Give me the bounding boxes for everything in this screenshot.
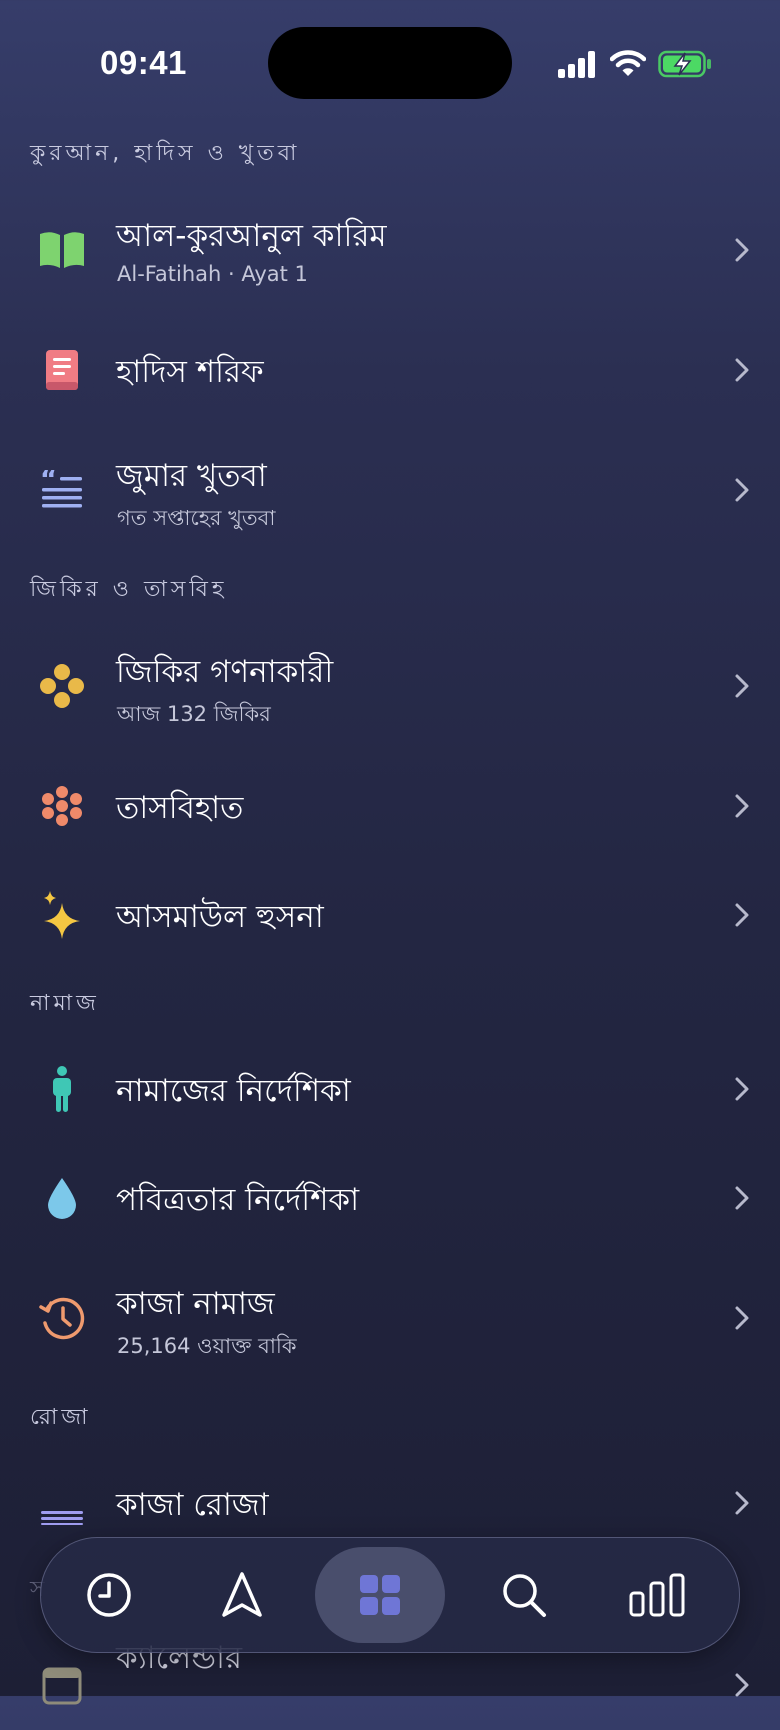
chevron-right-icon [735,903,749,927]
list-item-hadith[interactable]: হাদিস শরিফ [0,320,780,420]
chevron-right-icon [735,1491,749,1515]
list-item-tasbihat[interactable]: তাসবিহাত [0,756,780,856]
beads-icon [36,660,88,712]
chevron-right-icon [735,1673,749,1697]
list-item-khutba[interactable]: “ জুমার খুতবা গত সপ্তাহের খুতবা [0,440,780,540]
grid-icon [360,1575,400,1615]
status-time: 09:41 [100,44,187,81]
list-item-asmaul-husna[interactable]: আসমাউল হুসনা [0,865,780,965]
water-drop-icon [36,1172,88,1224]
bottom-tab-bar [40,1537,740,1653]
moon-haze-icon [36,1477,88,1529]
item-subtitle: গত সপ্তাহের খুতবা [117,506,276,530]
tab-features[interactable] [315,1547,445,1643]
item-title: জিকির গণনাকারী [116,654,334,690]
list-item-zikr-counter[interactable]: জিকির গণনাকারী আজ 132 জিকির [0,636,780,736]
status-bar: 09:41 [0,0,780,120]
chevron-right-icon [735,238,749,262]
section-header-zikr: জিকির ও তাসবিহ [30,577,228,602]
item-title: নামাজের নির্দেশিকা [116,1073,351,1109]
item-title: হাদিস শরিফ [116,354,264,390]
item-title: তাসবিহাত [116,790,244,826]
list-item-qaza-namaz[interactable]: কাজা নামাজ 25,164 ওয়াক্ত বাকি [0,1268,780,1368]
clock-icon [87,1573,131,1617]
item-title: পবিত্রতার নির্দেশিকা [116,1182,360,1218]
section-header-quran: কুরআন, হাদিস ও খুতবা [30,141,301,166]
item-title: কাজা রোজা [116,1487,269,1523]
signal-icon [558,50,598,78]
search-icon [503,1574,546,1617]
list-item-namaz-guide[interactable]: নামাজের নির্দেশিকা [0,1039,780,1139]
item-subtitle: 25,164 ওয়াক্ত বাকি [117,1334,297,1358]
list-item-purity-guide[interactable]: পবিত্রতার নির্দেশিকা [0,1148,780,1248]
dynamic-island [268,27,512,99]
tab-qibla[interactable] [177,1547,307,1643]
chevron-right-icon [735,1306,749,1330]
tab-stats[interactable] [593,1547,723,1643]
item-subtitle: আজ 132 জিকির [117,702,271,726]
quote-text-icon: “ [36,464,88,516]
open-book-icon [36,224,88,276]
compass-arrow-icon [222,1572,262,1617]
chevron-right-icon [735,794,749,818]
chevron-right-icon [735,1186,749,1210]
calendar-icon [36,1659,88,1711]
sparkles-icon [36,889,88,941]
battery-charging-icon [658,50,711,78]
wifi-icon [610,50,646,76]
bar-chart-icon [629,1573,685,1617]
item-title: কাজা নামাজ [116,1286,275,1322]
item-title: আল-কুরআনুল কারিম [116,218,387,254]
chevron-right-icon [735,674,749,698]
person-standing-icon [36,1063,88,1115]
tab-prayer-times[interactable] [44,1547,174,1643]
section-header-namaz: নামাজ [30,991,100,1016]
chevron-right-icon [735,1077,749,1101]
item-title: আসমাউল হুসনা [116,899,324,935]
chevron-right-icon [735,478,749,502]
item-subtitle: Al-Fatihah · Ayat 1 [117,262,308,286]
tab-search[interactable] [459,1547,589,1643]
history-clock-icon [36,1292,88,1344]
chevron-right-icon [735,358,749,382]
section-header-roza: রোজা [30,1405,92,1430]
item-title: জুমার খুতবা [116,458,267,494]
list-item-quran[interactable]: আল-কুরআনুল কারিম Al-Fatihah · Ayat 1 [0,200,780,300]
flower-beads-icon [36,780,88,832]
book-icon [36,344,88,396]
